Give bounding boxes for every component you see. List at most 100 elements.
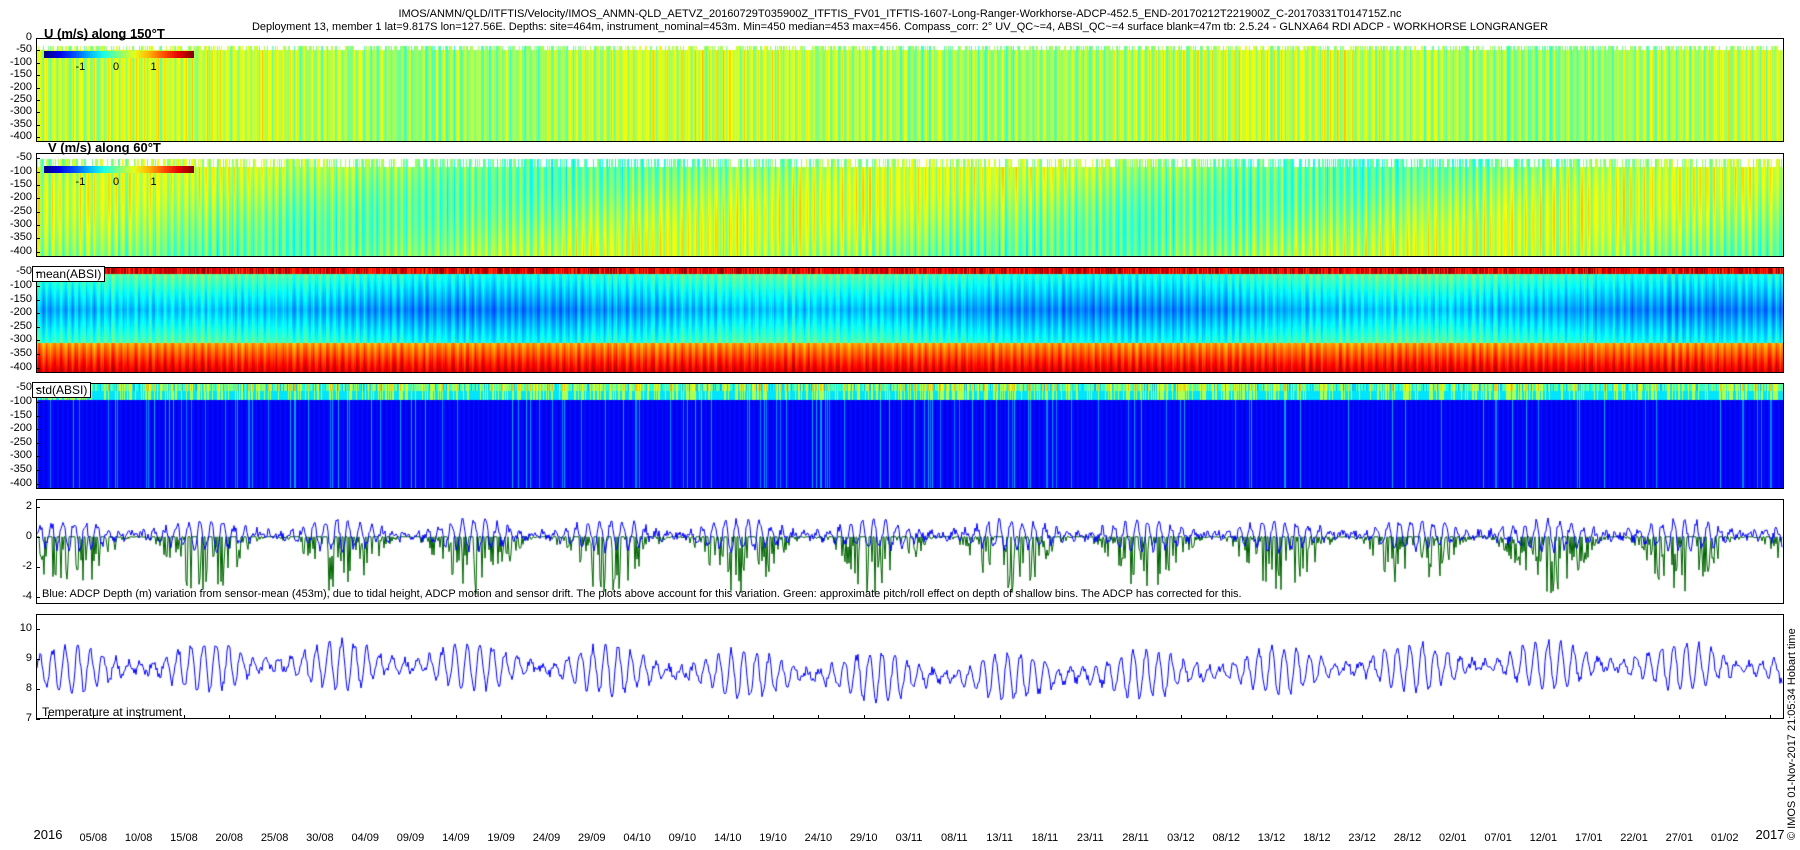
x-tick-label: 25/08: [260, 832, 289, 844]
x-tick: [682, 715, 684, 719]
mean-ytick-label: -200: [9, 306, 32, 319]
v-ytick: [36, 225, 40, 226]
u-ytick: [36, 38, 40, 39]
x-tick-label: 18/12: [1303, 832, 1331, 844]
u-ytick-label: -250: [9, 92, 32, 105]
std-ytick-label: -250: [9, 435, 32, 448]
x-tick-label: 18/11: [1031, 832, 1059, 844]
x-tick: [229, 715, 231, 719]
std-ytick-label: -400: [9, 476, 32, 489]
x-tick-label: 07/01: [1484, 832, 1512, 844]
x-tick: [954, 715, 956, 719]
u-ytick: [36, 87, 40, 89]
depth-ytick-label: 0: [25, 529, 32, 542]
x-tick: [1770, 715, 1771, 719]
x-tick: [999, 715, 1001, 719]
std-absi-panel: [36, 383, 1784, 489]
mean-ytick: [36, 326, 40, 328]
std-absi-heatmap: [37, 384, 1783, 488]
x-tick-label: 03/11: [895, 832, 923, 844]
std-absi-label: std(ABSI): [32, 382, 92, 398]
title-line-1: IMOS/ANMN/QLD/ITFTIS/Velocity/IMOS_ANMN-…: [398, 8, 1402, 20]
std-ytick: [36, 483, 40, 485]
v-ytick-label: -150: [9, 178, 32, 190]
x-tick: [1679, 715, 1681, 719]
x-tick-label: 01/02: [1710, 832, 1739, 844]
u-ytick-label: -150: [9, 68, 32, 81]
x-tick: [1407, 715, 1409, 719]
x-tick-label: 29/10: [849, 832, 878, 844]
temperature-panel: [36, 614, 1784, 719]
x-tick: [818, 715, 820, 719]
temp-ytick: [36, 659, 40, 660]
x-tick: [1316, 715, 1318, 719]
x-tick: [183, 715, 185, 719]
u-ytick-label: 0: [25, 31, 32, 43]
x-tick-label: 19/10: [759, 832, 787, 844]
x-tick-label: 2017: [1755, 827, 1785, 842]
v-ytick-label: -50: [16, 151, 32, 164]
u-velocity-panel: [36, 38, 1784, 142]
x-tick-label: 08/12: [1212, 832, 1240, 844]
x-tick: [138, 715, 140, 719]
v-colorbar: [44, 166, 194, 173]
x-tick-label: 23/12: [1348, 832, 1376, 844]
v-colorbar-tick: 0: [113, 176, 120, 188]
x-tick-label: 24/09: [532, 832, 561, 844]
u-ytick: [36, 50, 40, 52]
std-ytick-label: -150: [9, 408, 32, 421]
x-tick-label: 13/12: [1257, 832, 1286, 844]
x-tick: [1271, 715, 1273, 719]
v-ytick: [36, 185, 40, 186]
mean-ytick-label: -400: [9, 360, 32, 373]
x-tick-label: 03/12: [1167, 832, 1195, 844]
x-tick: [1044, 715, 1046, 719]
x-tick: [365, 715, 367, 719]
x-tick: [727, 715, 729, 719]
u-ytick: [36, 112, 40, 114]
x-tick: [1135, 715, 1137, 719]
v-ytick-label: -400: [9, 244, 32, 257]
x-tick: [274, 715, 276, 719]
x-tick: [863, 715, 865, 719]
x-tick: [1543, 715, 1545, 719]
u-colorbar-tick: 1: [150, 61, 157, 73]
depth-ytick-label: 2: [25, 499, 32, 512]
mean-ytick-label: -50: [16, 265, 32, 278]
v-ytick-label: -300: [9, 218, 32, 230]
x-tick: [546, 715, 548, 719]
v-ytick: [36, 251, 40, 253]
u-ytick: [36, 124, 40, 126]
std-ytick-label: -300: [9, 449, 32, 462]
mean-ytick-label: -150: [9, 292, 32, 305]
x-tick-label: 19/09: [487, 832, 515, 844]
u-ytick-label: -300: [9, 105, 32, 118]
std-ytick: [36, 429, 40, 431]
x-tick: [1588, 715, 1590, 719]
v-ytick-label: -200: [9, 191, 32, 204]
temp-ytick-label: 8: [25, 682, 32, 694]
std-ytick-label: -100: [9, 395, 32, 408]
temp-ytick: [36, 629, 40, 630]
x-tick: [773, 715, 775, 719]
u-colorbar-tick: 0: [113, 61, 120, 73]
x-tick: [1226, 715, 1228, 719]
depth-note: Blue: ADCP Depth (m) variation from sens…: [42, 588, 1242, 600]
v-ytick-label: -250: [9, 204, 32, 217]
depth-ytick: [36, 596, 40, 598]
v-ytick: [36, 171, 40, 173]
x-tick-label: 2016: [33, 827, 63, 842]
x-tick-label: 04/10: [623, 832, 651, 844]
x-tick: [1634, 715, 1636, 719]
x-tick-label: 17/01: [1574, 832, 1603, 844]
v-velocity-heatmap: [37, 154, 1783, 256]
x-tick: [455, 715, 457, 719]
x-tick: [48, 715, 49, 719]
title-line-2: Deployment 13, member 1 lat=9.817S lon=1…: [251, 21, 1549, 33]
u-colorbar-tick: -1: [75, 61, 86, 73]
x-tick-label: 23/11: [1076, 832, 1104, 844]
std-ytick: [36, 388, 40, 390]
x-tick: [1452, 715, 1454, 719]
v-colorbar-tick: 1: [150, 176, 157, 188]
std-ytick: [36, 442, 40, 444]
